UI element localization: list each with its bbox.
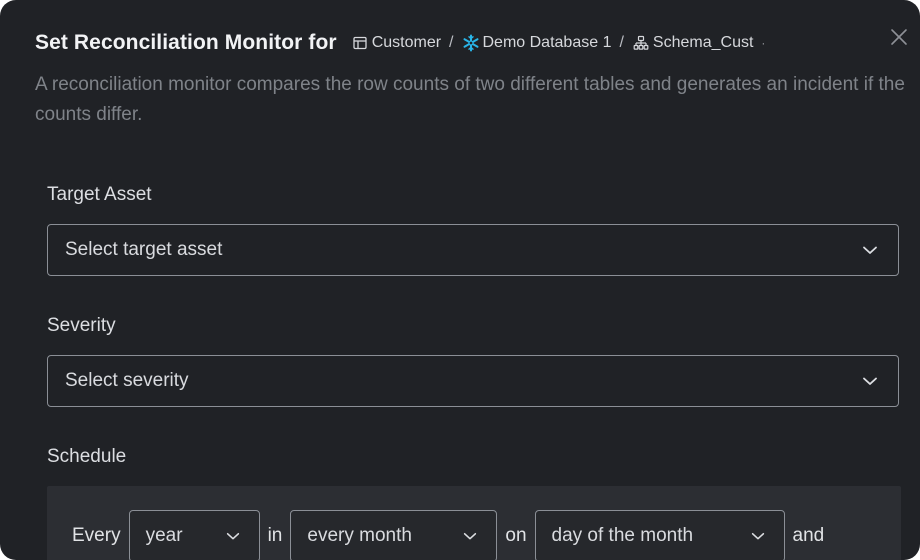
dialog-title: Set Reconciliation Monitor for (35, 31, 337, 54)
schedule-day-select[interactable]: day of the month (534, 510, 785, 560)
breadcrumb-separator: / (449, 34, 454, 51)
reconciliation-monitor-dialog: Set Reconciliation Monitor for Customer … (0, 0, 920, 560)
snowflake-icon (462, 34, 480, 52)
breadcrumb-label: Customer (371, 34, 442, 51)
schedule-month-select[interactable]: every month (290, 510, 498, 560)
target-asset-label: Target Asset (47, 184, 152, 205)
breadcrumb: Customer / Demo Database 1 / Schema_Cust… (351, 34, 766, 52)
schedule-period-value: year (145, 525, 183, 546)
schedule-row: Every year in every month on day of the … (72, 510, 824, 560)
schedule-and-text: and (792, 525, 825, 546)
chevron-down-icon (460, 526, 480, 546)
schedule-month-value: every month (307, 525, 412, 546)
schedule-every-text: Every (72, 525, 121, 546)
target-asset-select[interactable]: Select target asset (47, 224, 899, 276)
dialog-description: A reconciliation monitor compares the ro… (35, 74, 905, 125)
breadcrumb-label: Schema_Cust (652, 34, 754, 51)
breadcrumb-overflow-marker: · (761, 36, 766, 50)
schedule-panel: Every year in every month on day of the … (47, 486, 901, 560)
schedule-day-value: day of the month (551, 525, 694, 546)
breadcrumb-separator: / (619, 34, 624, 51)
severity-label: Severity (47, 315, 116, 336)
dialog-header: Set Reconciliation Monitor for Customer … (35, 28, 860, 58)
schedule-label: Schedule (47, 446, 127, 467)
close-icon (890, 28, 908, 51)
table-icon (351, 34, 369, 52)
schema-icon (632, 34, 650, 52)
close-button[interactable] (888, 28, 910, 50)
schedule-in-text: in (267, 525, 283, 546)
schedule-period-select[interactable]: year (128, 510, 260, 560)
schedule-on-text: on (505, 525, 527, 546)
chevron-down-icon (860, 371, 880, 391)
breadcrumb-item-database[interactable]: Demo Database 1 (462, 34, 612, 52)
breadcrumb-label: Demo Database 1 (482, 34, 612, 51)
breadcrumb-item-schema[interactable]: Schema_Cust (632, 34, 754, 52)
chevron-down-icon (748, 526, 768, 546)
chevron-down-icon (860, 240, 880, 260)
breadcrumb-item-customer[interactable]: Customer (351, 34, 441, 52)
severity-placeholder: Select severity (65, 370, 189, 391)
target-asset-placeholder: Select target asset (65, 239, 223, 260)
chevron-down-icon (223, 526, 243, 546)
severity-select[interactable]: Select severity (47, 355, 899, 407)
